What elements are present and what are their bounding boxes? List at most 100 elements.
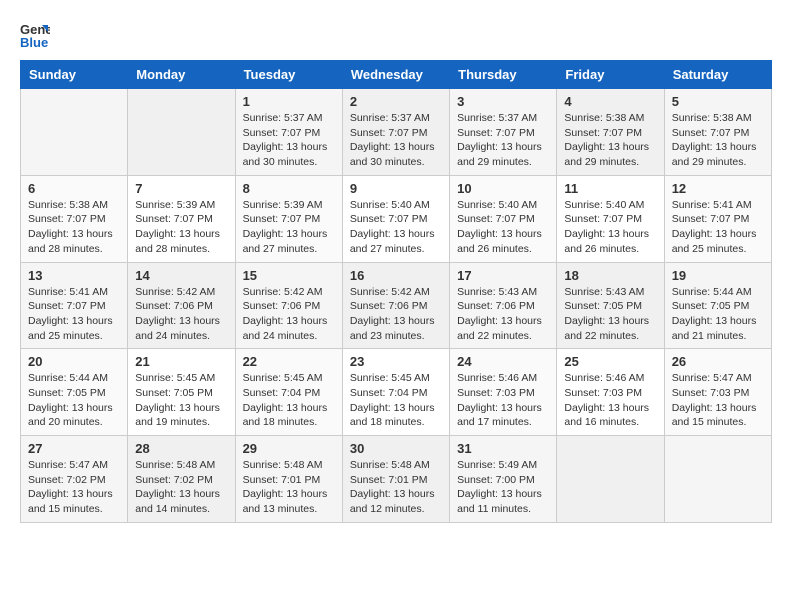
day-info: Sunrise: 5:44 AM Sunset: 7:05 PM Dayligh… [28, 371, 120, 430]
calendar-cell: 23 Sunrise: 5:45 AM Sunset: 7:04 PM Dayli… [342, 349, 449, 436]
day-number: 13 [28, 268, 120, 283]
day-info: Sunrise: 5:41 AM Sunset: 7:07 PM Dayligh… [672, 198, 764, 257]
day-info: Sunrise: 5:43 AM Sunset: 7:05 PM Dayligh… [564, 285, 656, 344]
calendar-week-row: 1 Sunrise: 5:37 AM Sunset: 7:07 PM Daylig… [21, 89, 772, 176]
day-info: Sunrise: 5:37 AM Sunset: 7:07 PM Dayligh… [243, 111, 335, 170]
day-info: Sunrise: 5:45 AM Sunset: 7:05 PM Dayligh… [135, 371, 227, 430]
calendar-cell: 17Sunrise: 5:43 AM Sunset: 7:06 PM Dayli… [450, 262, 557, 349]
day-info: Sunrise: 5:48 AM Sunset: 7:01 PM Dayligh… [350, 458, 442, 517]
day-info: Sunrise: 5:37 AM Sunset: 7:07 PM Dayligh… [457, 111, 549, 170]
calendar-cell: 30 Sunrise: 5:48 AM Sunset: 7:01 PM Dayli… [342, 436, 449, 523]
day-number: 8 [243, 181, 335, 196]
weekday-header-sunday: Sunday [21, 61, 128, 89]
calendar-cell: 3 Sunrise: 5:37 AM Sunset: 7:07 PM Daylig… [450, 89, 557, 176]
calendar-cell: 9 Sunrise: 5:40 AM Sunset: 7:07 PM Daylig… [342, 175, 449, 262]
day-number: 28 [135, 441, 227, 456]
day-number: 19 [672, 268, 764, 283]
calendar-cell: 26Sunrise: 5:47 AM Sunset: 7:03 PM Dayli… [664, 349, 771, 436]
calendar-week-row: 6Sunrise: 5:38 AM Sunset: 7:07 PM Daylig… [21, 175, 772, 262]
day-info: Sunrise: 5:37 AM Sunset: 7:07 PM Dayligh… [350, 111, 442, 170]
day-info: Sunrise: 5:46 AM Sunset: 7:03 PM Dayligh… [457, 371, 549, 430]
day-number: 18 [564, 268, 656, 283]
day-info: Sunrise: 5:45 AM Sunset: 7:04 PM Dayligh… [243, 371, 335, 430]
day-info: Sunrise: 5:48 AM Sunset: 7:02 PM Dayligh… [135, 458, 227, 517]
day-number: 7 [135, 181, 227, 196]
calendar-cell: 21 Sunrise: 5:45 AM Sunset: 7:05 PM Dayli… [128, 349, 235, 436]
calendar-cell: 29 Sunrise: 5:48 AM Sunset: 7:01 PM Dayli… [235, 436, 342, 523]
calendar-cell: 8 Sunrise: 5:39 AM Sunset: 7:07 PM Daylig… [235, 175, 342, 262]
weekday-header-wednesday: Wednesday [342, 61, 449, 89]
calendar-cell: 16 Sunrise: 5:42 AM Sunset: 7:06 PM Dayli… [342, 262, 449, 349]
day-number: 15 [243, 268, 335, 283]
day-info: Sunrise: 5:49 AM Sunset: 7:00 PM Dayligh… [457, 458, 549, 517]
day-number: 21 [135, 354, 227, 369]
day-number: 20 [28, 354, 120, 369]
day-info: Sunrise: 5:45 AM Sunset: 7:04 PM Dayligh… [350, 371, 442, 430]
logo-icon: General Blue [20, 20, 50, 50]
day-info: Sunrise: 5:42 AM Sunset: 7:06 PM Dayligh… [135, 285, 227, 344]
calendar-cell: 2 Sunrise: 5:37 AM Sunset: 7:07 PM Daylig… [342, 89, 449, 176]
calendar-cell: 5 Sunrise: 5:38 AM Sunset: 7:07 PM Daylig… [664, 89, 771, 176]
calendar-cell: 13 Sunrise: 5:41 AM Sunset: 7:07 PM Dayli… [21, 262, 128, 349]
calendar-cell: 20 Sunrise: 5:44 AM Sunset: 7:05 PM Dayli… [21, 349, 128, 436]
calendar-cell: 6Sunrise: 5:38 AM Sunset: 7:07 PM Daylig… [21, 175, 128, 262]
day-number: 14 [135, 268, 227, 283]
weekday-header-tuesday: Tuesday [235, 61, 342, 89]
calendar-cell: 31 Sunrise: 5:49 AM Sunset: 7:00 PM Dayli… [450, 436, 557, 523]
calendar-cell: 22 Sunrise: 5:45 AM Sunset: 7:04 PM Dayli… [235, 349, 342, 436]
calendar-cell [664, 436, 771, 523]
calendar-table: SundayMondayTuesdayWednesdayThursdayFrid… [20, 60, 772, 523]
day-info: Sunrise: 5:46 AM Sunset: 7:03 PM Dayligh… [564, 371, 656, 430]
day-number: 29 [243, 441, 335, 456]
day-number: 31 [457, 441, 549, 456]
calendar-cell: 12 Sunrise: 5:41 AM Sunset: 7:07 PM Dayli… [664, 175, 771, 262]
calendar-cell: 18 Sunrise: 5:43 AM Sunset: 7:05 PM Dayli… [557, 262, 664, 349]
calendar-cell: 15Sunrise: 5:42 AM Sunset: 7:06 PM Dayli… [235, 262, 342, 349]
day-number: 3 [457, 94, 549, 109]
day-number: 9 [350, 181, 442, 196]
day-number: 12 [672, 181, 764, 196]
day-number: 17 [457, 268, 549, 283]
day-info: Sunrise: 5:38 AM Sunset: 7:07 PM Dayligh… [564, 111, 656, 170]
day-info: Sunrise: 5:40 AM Sunset: 7:07 PM Dayligh… [350, 198, 442, 257]
calendar-cell: 25 Sunrise: 5:46 AM Sunset: 7:03 PM Dayli… [557, 349, 664, 436]
day-number: 16 [350, 268, 442, 283]
day-info: Sunrise: 5:44 AM Sunset: 7:05 PM Dayligh… [672, 285, 764, 344]
day-number: 27 [28, 441, 120, 456]
calendar-cell: 4 Sunrise: 5:38 AM Sunset: 7:07 PM Daylig… [557, 89, 664, 176]
calendar-cell: 27 Sunrise: 5:47 AM Sunset: 7:02 PM Dayli… [21, 436, 128, 523]
calendar-cell: 11Sunrise: 5:40 AM Sunset: 7:07 PM Dayli… [557, 175, 664, 262]
calendar-cell [128, 89, 235, 176]
day-number: 11 [564, 181, 656, 196]
day-number: 1 [243, 94, 335, 109]
day-number: 5 [672, 94, 764, 109]
page-header: General Blue [20, 20, 772, 50]
calendar-cell: 14 Sunrise: 5:42 AM Sunset: 7:06 PM Dayli… [128, 262, 235, 349]
weekday-header-thursday: Thursday [450, 61, 557, 89]
day-number: 23 [350, 354, 442, 369]
calendar-cell: 19 Sunrise: 5:44 AM Sunset: 7:05 PM Dayli… [664, 262, 771, 349]
day-info: Sunrise: 5:39 AM Sunset: 7:07 PM Dayligh… [135, 198, 227, 257]
weekday-header-monday: Monday [128, 61, 235, 89]
day-number: 4 [564, 94, 656, 109]
calendar-week-row: 20 Sunrise: 5:44 AM Sunset: 7:05 PM Dayli… [21, 349, 772, 436]
weekday-header-friday: Friday [557, 61, 664, 89]
day-info: Sunrise: 5:41 AM Sunset: 7:07 PM Dayligh… [28, 285, 120, 344]
day-info: Sunrise: 5:48 AM Sunset: 7:01 PM Dayligh… [243, 458, 335, 517]
day-info: Sunrise: 5:42 AM Sunset: 7:06 PM Dayligh… [350, 285, 442, 344]
calendar-cell [557, 436, 664, 523]
day-info: Sunrise: 5:47 AM Sunset: 7:02 PM Dayligh… [28, 458, 120, 517]
day-info: Sunrise: 5:38 AM Sunset: 7:07 PM Dayligh… [672, 111, 764, 170]
calendar-week-row: 27 Sunrise: 5:47 AM Sunset: 7:02 PM Dayli… [21, 436, 772, 523]
day-number: 26 [672, 354, 764, 369]
day-number: 22 [243, 354, 335, 369]
day-number: 30 [350, 441, 442, 456]
weekday-header-saturday: Saturday [664, 61, 771, 89]
calendar-cell: 24Sunrise: 5:46 AM Sunset: 7:03 PM Dayli… [450, 349, 557, 436]
calendar-week-row: 13 Sunrise: 5:41 AM Sunset: 7:07 PM Dayli… [21, 262, 772, 349]
day-number: 25 [564, 354, 656, 369]
day-number: 2 [350, 94, 442, 109]
day-info: Sunrise: 5:39 AM Sunset: 7:07 PM Dayligh… [243, 198, 335, 257]
calendar-cell: 1 Sunrise: 5:37 AM Sunset: 7:07 PM Daylig… [235, 89, 342, 176]
logo: General Blue [20, 20, 54, 50]
